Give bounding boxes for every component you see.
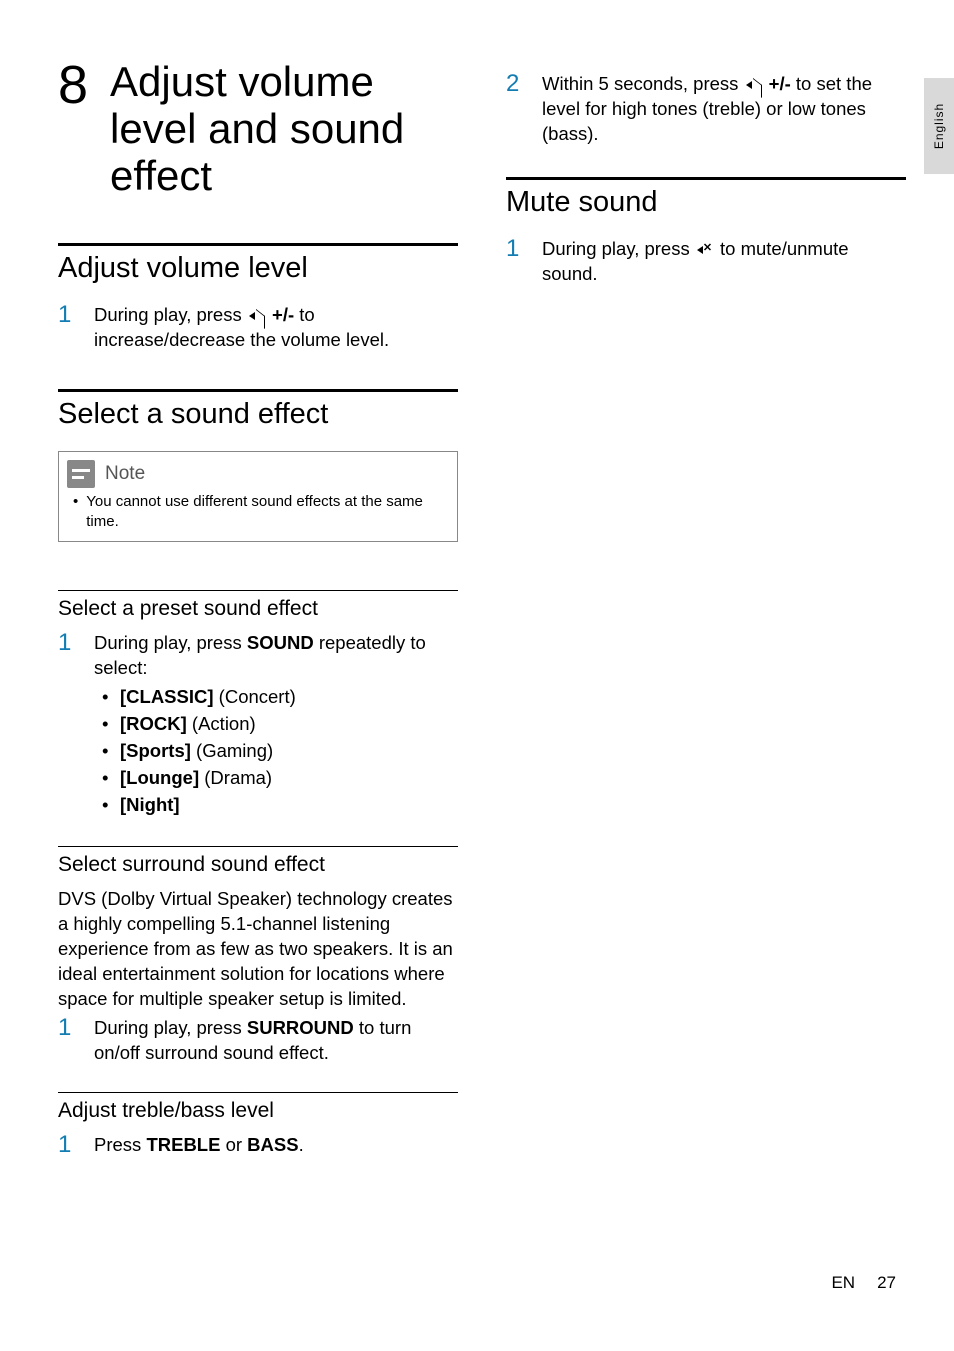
heading-adjust-volume: Adjust volume level: [58, 243, 458, 285]
list-item: [CLASSIC] (Concert): [120, 685, 458, 710]
preset-options: [CLASSIC] (Concert) [ROCK] (Action) [Spo…: [94, 685, 458, 818]
language-tab-label: English: [932, 103, 946, 149]
note-bullet: •: [73, 492, 78, 531]
page-footer: EN 27: [831, 1273, 896, 1293]
note-box: Note • You cannot use different sound ef…: [58, 451, 458, 542]
page-content: 8 Adjust volume level and sound effect A…: [0, 0, 954, 1212]
step-body: During play, press SOUND repeatedly to s…: [94, 631, 458, 820]
step-treble-1: 1 Press TREBLE or BASS.: [58, 1133, 458, 1158]
step-body: During play, press to mute/unmute sound.: [542, 237, 906, 287]
step-surround-1: 1 During play, press SURROUND to turn on…: [58, 1016, 458, 1066]
step-body: During play, press SURROUND to turn on/o…: [94, 1016, 458, 1066]
step-number: 1: [58, 631, 76, 820]
mute-icon: [697, 243, 713, 257]
step-number: 2: [506, 72, 524, 147]
heading-surround: Select surround sound effect: [58, 846, 458, 877]
step-body: Within 5 seconds, press +/- to set the l…: [542, 72, 906, 147]
step-treble-2: 2 Within 5 seconds, press +/- to set the…: [506, 72, 906, 147]
list-item: [Sports] (Gaming): [120, 739, 458, 764]
footer-page-number: 27: [877, 1273, 896, 1293]
step-body: Press TREBLE or BASS.: [94, 1133, 458, 1158]
volume-icon: [746, 78, 762, 92]
step-body: During play, press +/- to increase/decre…: [94, 303, 458, 353]
step-number: 1: [58, 1133, 76, 1158]
right-column: 2 Within 5 seconds, press +/- to set the…: [506, 58, 906, 1164]
list-item: [ROCK] (Action): [120, 712, 458, 737]
step-mute-1: 1 During play, press to mute/unmute soun…: [506, 237, 906, 287]
surround-paragraph: DVS (Dolby Virtual Speaker) technology c…: [58, 887, 458, 1012]
note-body: • You cannot use different sound effects…: [59, 492, 457, 541]
step-number: 1: [58, 1016, 76, 1066]
footer-lang: EN: [831, 1273, 855, 1293]
left-column: 8 Adjust volume level and sound effect A…: [58, 58, 458, 1164]
volume-icon: [249, 309, 265, 323]
step-number: 1: [58, 303, 76, 353]
step-adjust-volume-1: 1 During play, press +/- to increase/dec…: [58, 303, 458, 353]
chapter-title: Adjust volume level and sound effect: [110, 58, 458, 199]
heading-treble-bass: Adjust treble/bass level: [58, 1092, 458, 1123]
heading-preset-sound: Select a preset sound effect: [58, 590, 458, 621]
chapter-heading: 8 Adjust volume level and sound effect: [58, 58, 458, 199]
heading-select-sound-effect: Select a sound effect: [58, 389, 458, 431]
heading-mute: Mute sound: [506, 177, 906, 219]
step-number: 1: [506, 237, 524, 287]
step-preset-1: 1 During play, press SOUND repeatedly to…: [58, 631, 458, 820]
note-header: Note: [59, 452, 457, 492]
note-text: You cannot use different sound effects a…: [86, 492, 443, 531]
list-item: [Night]: [120, 793, 458, 818]
chapter-number: 8: [58, 58, 88, 112]
note-label: Note: [105, 463, 145, 485]
note-icon: [67, 460, 95, 488]
language-tab: English: [924, 78, 954, 174]
list-item: [Lounge] (Drama): [120, 766, 458, 791]
